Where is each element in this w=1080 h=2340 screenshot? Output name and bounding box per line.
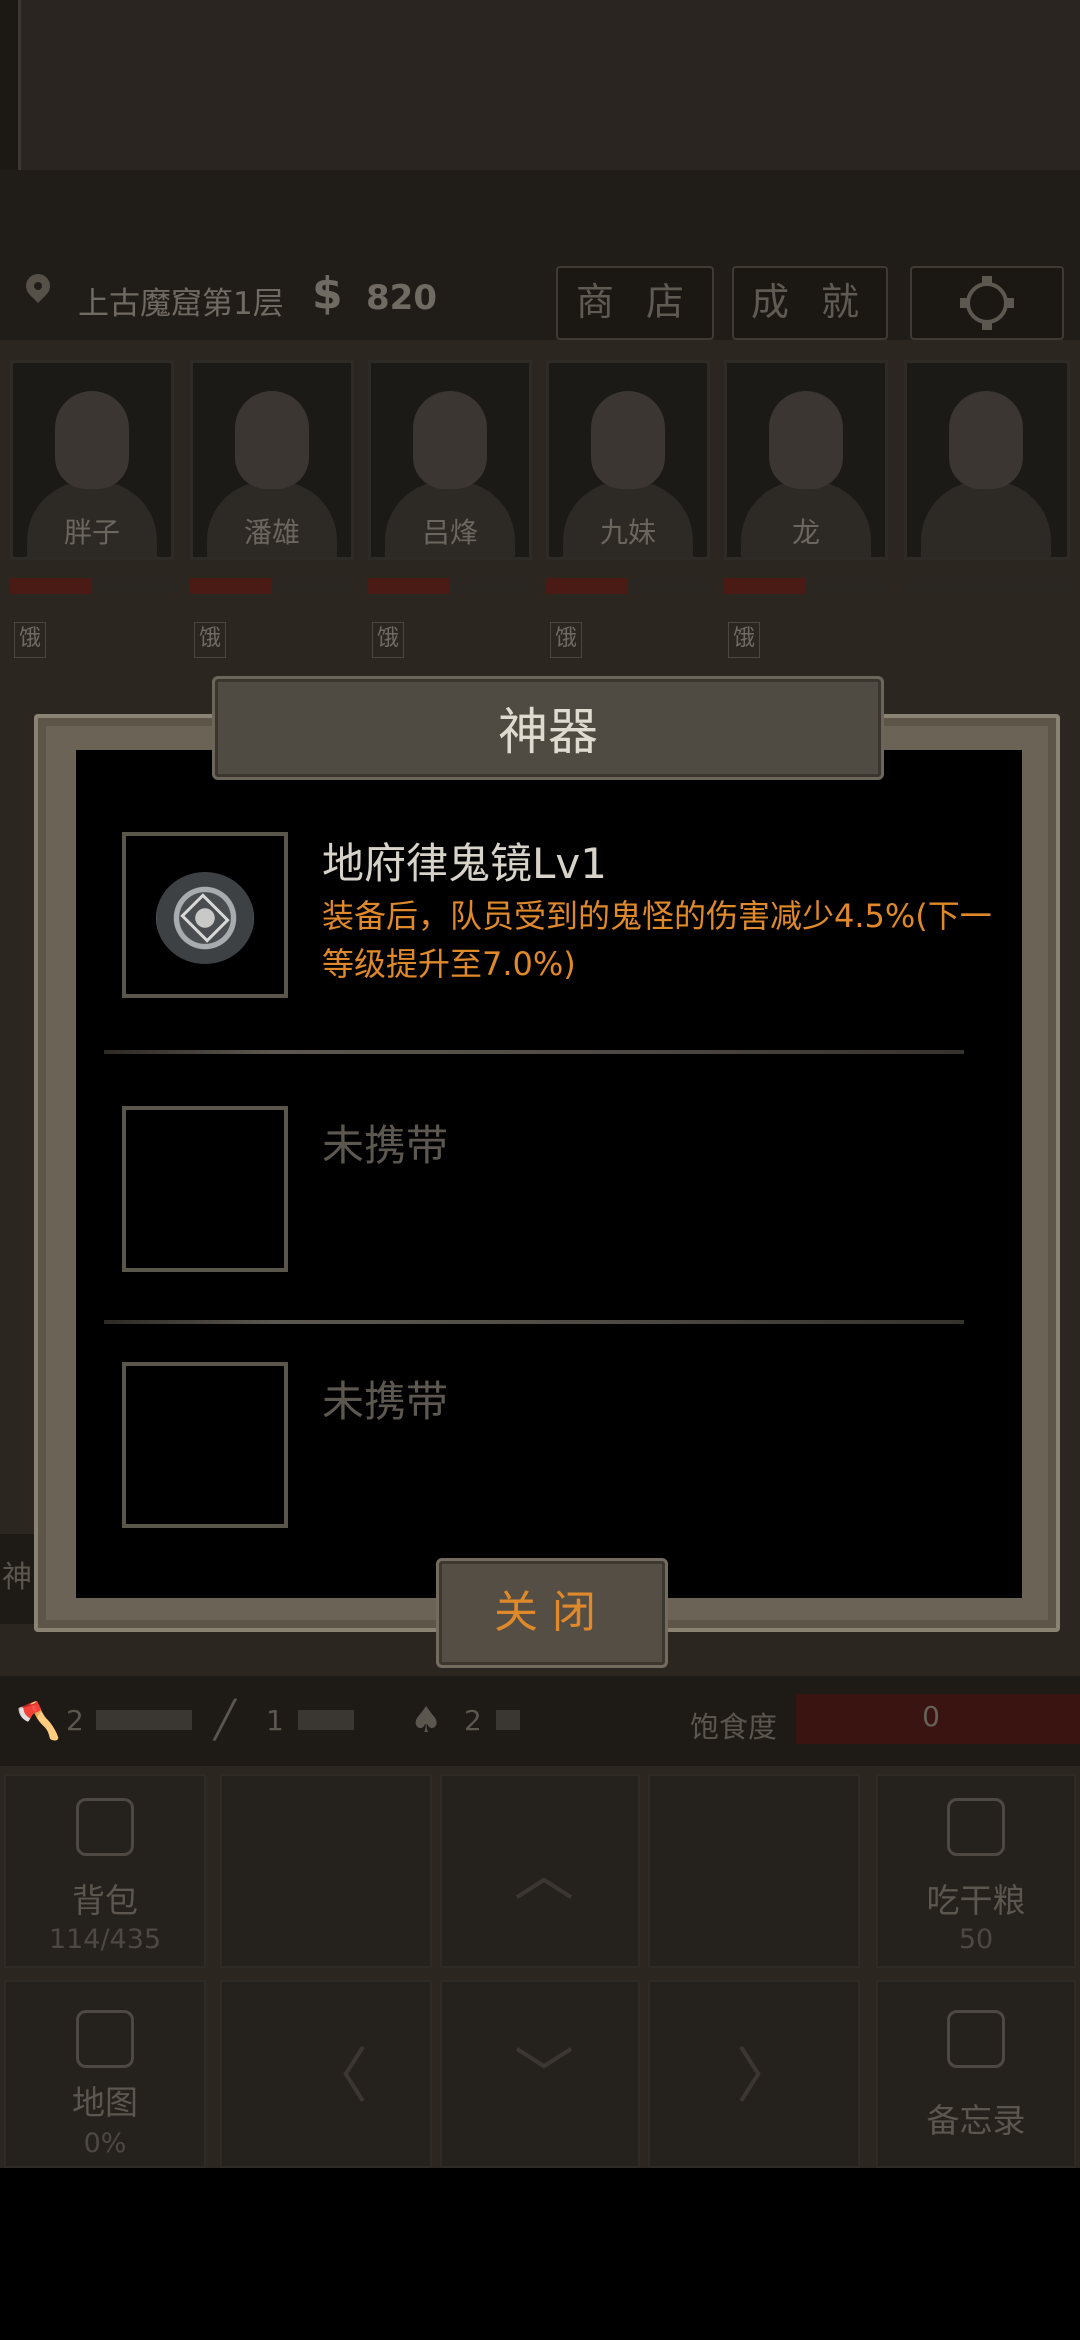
portrait-empty-slot[interactable] [904, 360, 1070, 560]
artifact-slot-3[interactable] [122, 1362, 288, 1528]
arrow-left-icon: 〈 [308, 2042, 368, 2112]
map-label: 地图 [72, 2083, 138, 2122]
health-bar [190, 578, 354, 594]
backpack-capacity: 114/435 [48, 1924, 162, 1955]
location-bar: 上古魔窟第1层 $ 820 商 店 成 就 [0, 170, 1080, 340]
shop-button[interactable]: 商 店 [556, 266, 714, 340]
arrow-down-icon: ﹀ [514, 2042, 574, 2112]
memo-icon [947, 2010, 1005, 2068]
backpack-icon [76, 1798, 134, 1856]
backpack-button[interactable]: 背包 114/435 [4, 1774, 206, 1968]
artifact-name: 地府律鬼镜Lv1 [322, 839, 607, 888]
health-bar [904, 578, 1070, 594]
eat-rations-button[interactable]: 吃干粮 50 [876, 1774, 1076, 1968]
map-button[interactable]: 地图 0% [4, 1980, 206, 2168]
move-up-button[interactable]: ︿ [440, 1774, 640, 1968]
currency-icon: $ [312, 268, 343, 319]
location-pin-icon [21, 269, 55, 303]
grid-cell [220, 1774, 432, 1968]
health-bar [546, 578, 710, 594]
close-button[interactable]: 关闭 [436, 1558, 668, 1668]
pick-icon: ╱ [214, 1700, 236, 1741]
axe-durability-bar [96, 1710, 192, 1730]
member-name: 九妹 [599, 516, 656, 549]
shovel-durability-bar [496, 1710, 520, 1730]
axe-icon: 🪓 [16, 1701, 61, 1742]
memo-button[interactable]: 备忘录 [876, 1980, 1076, 2168]
member-name: 吕烽 [421, 516, 478, 549]
member-name: 胖子 [63, 516, 120, 549]
health-bar [368, 578, 532, 594]
divider [104, 1320, 964, 1324]
empty-slot-label: 未携带 [322, 1121, 449, 1170]
portrait-member-4[interactable]: 九妹 [546, 360, 710, 560]
money-amount: 820 [366, 278, 437, 318]
health-bar [724, 578, 888, 594]
grid-cell [648, 1774, 860, 1968]
eat-rations-label: 吃干粮 [926, 1881, 1026, 1920]
gear-icon [960, 276, 1014, 330]
pick-durability-bar [298, 1710, 354, 1730]
hunger-badge: 饿 [728, 622, 760, 658]
move-right-button[interactable]: 〉 [648, 1980, 860, 2168]
member-name: 潘雄 [243, 516, 300, 549]
top-area [0, 0, 1080, 170]
map-icon [76, 2010, 134, 2068]
bottom-bar [0, 2168, 1080, 2340]
artifact-slot-2[interactable] [122, 1106, 288, 1272]
backpack-label: 背包 [72, 1881, 138, 1920]
pick-count: 1 [266, 1704, 284, 1737]
side-drawer-tab[interactable] [0, 0, 21, 194]
axe-count: 2 [66, 1704, 84, 1737]
health-bar [10, 578, 174, 594]
rations-bag-icon [947, 1798, 1005, 1856]
mirror-icon [156, 872, 254, 964]
shovel-count: 2 [464, 1704, 482, 1737]
hunger-badge: 饿 [372, 622, 404, 658]
location-name: 上古魔窟第1层 [78, 286, 284, 322]
settings-button[interactable] [910, 266, 1064, 340]
portrait-member-2[interactable]: 潘雄 [190, 360, 354, 560]
member-name: 龙 [791, 516, 820, 549]
portrait-member-3[interactable]: 吕烽 [368, 360, 532, 560]
dialog-title: 神器 [498, 703, 598, 761]
hunger-badge: 饿 [14, 622, 46, 658]
divider [104, 1050, 964, 1054]
hunger-badge: 饿 [194, 622, 226, 658]
artifact-side-tab[interactable]: 神 [0, 1534, 34, 1624]
map-explored-percent: 0% [83, 2128, 127, 2159]
team-portraits: 胖子 潘雄 吕烽 九妹 龙 饿 饿 饿 饿 饿 [0, 360, 1080, 660]
achievements-button[interactable]: 成 就 [732, 266, 888, 340]
memo-label: 备忘录 [926, 2101, 1026, 2140]
arrow-up-icon: ︿ [514, 1840, 574, 1910]
move-left-button[interactable]: 〈 [220, 1980, 432, 2168]
satiety-label: 饱食度 [690, 1710, 778, 1744]
artifact-slot-1[interactable] [122, 832, 288, 998]
shovel-icon: ♠ [410, 1700, 443, 1741]
arrow-right-icon: 〉 [736, 2042, 796, 2112]
rations-count: 50 [958, 1924, 994, 1955]
hunger-badge: 饿 [550, 622, 582, 658]
satiety-value: 0 [922, 1700, 940, 1733]
empty-slot-label: 未携带 [322, 1377, 449, 1426]
portrait-member-5[interactable]: 龙 [724, 360, 888, 560]
portrait-member-1[interactable]: 胖子 [10, 360, 174, 560]
move-down-button[interactable]: ﹀ [440, 1980, 640, 2168]
artifact-description: 装备后，队员受到的鬼怪的伤害减少4.5%(下一等级提升至7.0%) [322, 897, 992, 983]
